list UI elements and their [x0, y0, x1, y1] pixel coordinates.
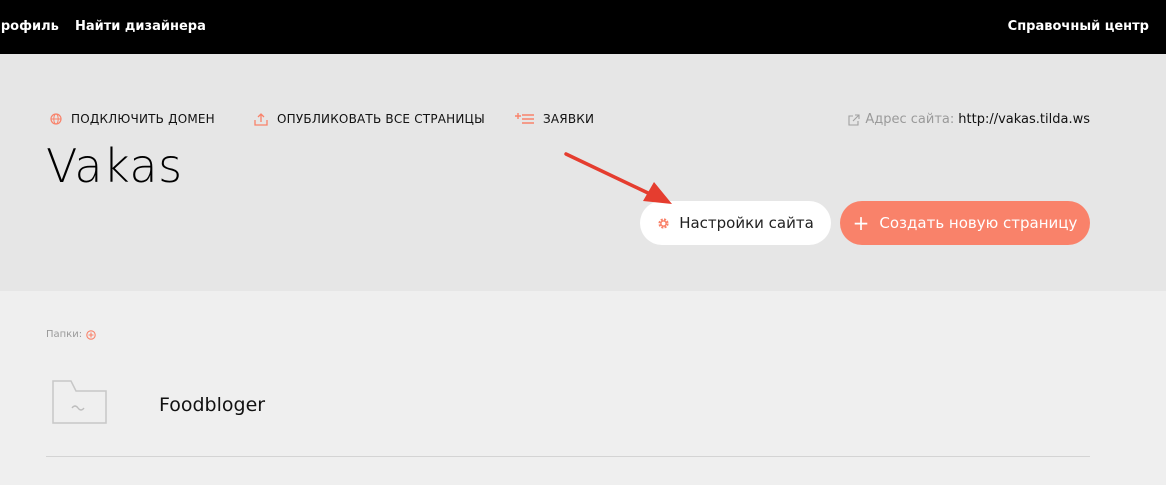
site-address-url[interactable]: http://vakas.tilda.ws: [958, 112, 1090, 127]
project-title: Vakas: [46, 139, 183, 193]
publish-all-pages-label: ОПУБЛИКОВАТЬ ВСЕ СТРАНИЦЫ: [277, 112, 485, 126]
create-new-page-button[interactable]: + Создать новую страницу: [840, 201, 1090, 245]
gear-icon: [658, 217, 669, 229]
folder-icon: [52, 380, 107, 424]
plus-circle-icon: [86, 329, 96, 340]
folder-name: Foodbloger: [159, 394, 266, 416]
site-settings-button[interactable]: Настройки сайта: [640, 201, 831, 245]
external-link-icon: [848, 113, 860, 126]
list-plus-icon: [515, 113, 534, 124]
connect-domain-label: ПОДКЛЮЧИТЬ ДОМЕН: [71, 112, 215, 126]
site-address: Адрес сайта: http://vakas.tilda.ws: [848, 112, 1090, 127]
nav-find-designer-link[interactable]: Найти дизайнера: [75, 19, 206, 34]
nav-help-center-link[interactable]: Справочный центр: [1008, 19, 1149, 34]
globe-icon: [50, 113, 62, 125]
publish-all-pages-button[interactable]: ОПУБЛИКОВАТЬ ВСЕ СТРАНИЦЫ: [254, 112, 485, 126]
top-navigation-bar: Профиль Найти дизайнера Справочный центр: [0, 0, 1166, 54]
nav-profile-link[interactable]: Профиль: [0, 19, 59, 34]
requests-button[interactable]: ЗАЯВКИ: [515, 112, 594, 126]
create-new-page-label: Создать новую страницу: [879, 214, 1078, 232]
site-address-label: Адрес сайта:: [865, 112, 955, 127]
connect-domain-button[interactable]: ПОДКЛЮЧИТЬ ДОМЕН: [50, 112, 215, 126]
plus-icon: +: [852, 211, 870, 235]
upload-icon: [254, 112, 268, 126]
folders-label: Папки:: [46, 329, 96, 340]
add-folder-button[interactable]: [86, 329, 96, 340]
folders-label-text: Папки:: [46, 329, 83, 340]
requests-label: ЗАЯВКИ: [543, 112, 595, 126]
folder-item[interactable]: Foodbloger: [46, 362, 1090, 457]
site-settings-label: Настройки сайта: [679, 214, 814, 232]
